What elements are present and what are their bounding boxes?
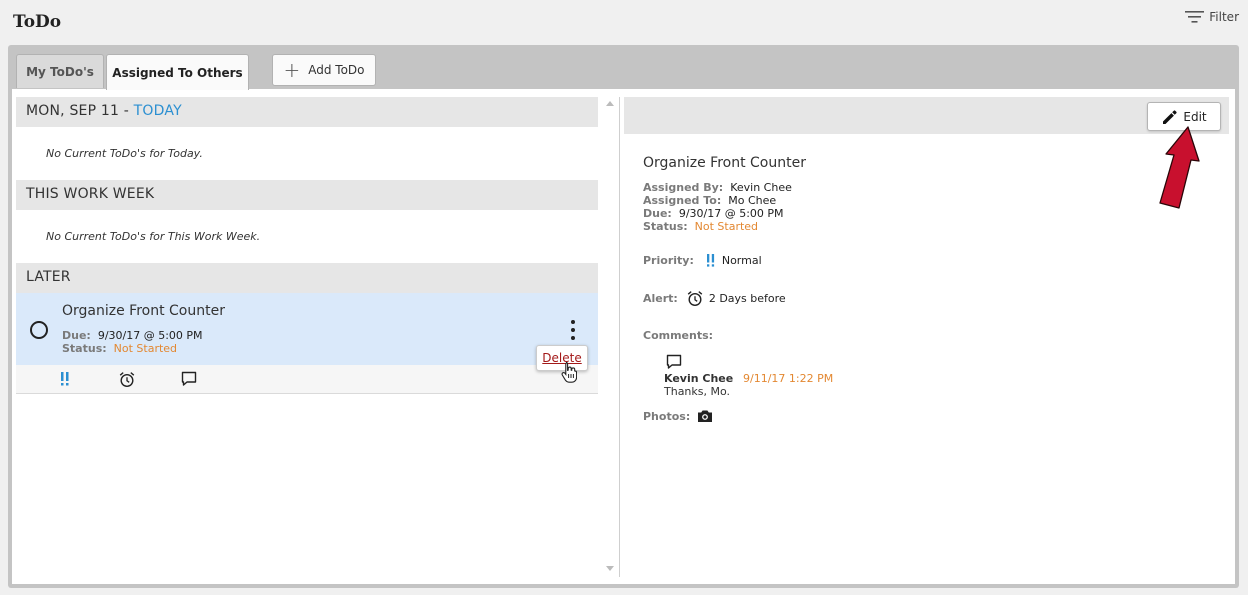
photos-row: Photos: xyxy=(643,409,713,423)
detail-info: Assigned By: Kevin Chee Assigned To: Mo … xyxy=(643,181,792,233)
section-header-later: LATER xyxy=(16,263,598,293)
filter-label: Filter xyxy=(1209,10,1239,24)
section-header-week: THIS WORK WEEK xyxy=(16,180,598,210)
empty-today-message: No Current ToDo's for Today. xyxy=(46,147,203,160)
tab-assigned-to-others[interactable]: Assigned To Others xyxy=(106,54,249,90)
complete-checkbox[interactable] xyxy=(30,321,48,339)
hand-cursor-icon xyxy=(561,361,577,383)
comment-icon xyxy=(181,371,197,386)
comments-label: Comments: xyxy=(643,329,714,342)
detail-title: Organize Front Counter xyxy=(643,155,806,171)
today-date-label: MON, SEP 11 - xyxy=(26,103,134,119)
list-scrollbar[interactable] xyxy=(602,97,618,575)
alert-value: 2 Days before xyxy=(708,292,786,305)
detail-header: Edit xyxy=(624,97,1229,134)
priority-value: Normal xyxy=(721,254,762,267)
content-panel: MON, SEP 11 - TODAY No Current ToDo's fo… xyxy=(12,89,1235,584)
comments-row: Comments: xyxy=(643,329,713,342)
photos-label: Photos: xyxy=(643,409,691,423)
priority-label: Priority: xyxy=(643,254,694,267)
alert-row: Alert: 2 Days before xyxy=(643,290,786,307)
priority-icon xyxy=(706,254,714,267)
todo-title: Organize Front Counter xyxy=(62,303,225,319)
due-label: Due: xyxy=(62,329,91,342)
todo-frame: My ToDo's Assigned To Others + Add ToDo … xyxy=(8,45,1239,588)
more-options-icon[interactable] xyxy=(569,320,577,340)
detail-status-label: Status: xyxy=(643,220,688,233)
alert-label: Alert: xyxy=(643,292,678,305)
alarm-clock-icon xyxy=(119,372,135,388)
todo-meta: Due: 9/30/17 @ 5:00 PM Status: Not Start… xyxy=(62,329,203,355)
detail-due-label: Due: xyxy=(643,207,672,220)
status-label: Status: xyxy=(62,342,107,355)
detail-due-value: 9/30/17 @ 5:00 PM xyxy=(678,207,784,220)
status-value: Not Started xyxy=(113,342,178,355)
priority-row: Priority: Normal xyxy=(643,253,762,268)
pane-divider xyxy=(619,97,620,577)
assigned-by-value: Kevin Chee xyxy=(730,181,792,194)
due-value: 9/30/17 @ 5:00 PM xyxy=(97,329,203,342)
edit-label: Edit xyxy=(1183,109,1207,124)
filter-icon xyxy=(1185,11,1205,23)
assigned-by-label: Assigned By: xyxy=(643,181,724,194)
pencil-icon xyxy=(1163,109,1177,124)
todo-list-item[interactable]: Organize Front Counter Due: 9/30/17 @ 5:… xyxy=(16,293,598,383)
todo-detail-pane: Edit Organize Front Counter Assigned By:… xyxy=(624,97,1229,577)
assigned-to-label: Assigned To: xyxy=(643,194,722,207)
detail-status-value: Not Started xyxy=(694,220,759,233)
comment-text: Thanks, Mo. xyxy=(664,385,731,398)
app-title: ToDo xyxy=(13,12,62,32)
alarm-clock-icon xyxy=(687,291,703,307)
comment-author: Kevin Chee xyxy=(664,372,734,385)
empty-week-message: No Current ToDo's for This Work Week. xyxy=(46,230,261,243)
add-todo-button[interactable]: + Add ToDo xyxy=(272,54,376,86)
add-todo-label: Add ToDo xyxy=(308,63,365,77)
plus-icon: + xyxy=(283,58,301,82)
today-label: TODAY xyxy=(133,103,182,119)
scroll-down-icon[interactable] xyxy=(606,566,614,571)
assigned-to-value: Mo Chee xyxy=(728,194,777,207)
camera-icon[interactable] xyxy=(697,409,713,423)
scroll-up-icon[interactable] xyxy=(606,101,614,106)
todo-list-pane: MON, SEP 11 - TODAY No Current ToDo's fo… xyxy=(16,97,598,577)
todo-icon-row xyxy=(16,365,598,394)
annotation-arrow-icon xyxy=(1159,126,1200,209)
comment-timestamp: 9/11/17 1:22 PM xyxy=(743,372,834,385)
comment-icon xyxy=(666,354,682,369)
section-header-today: MON, SEP 11 - TODAY xyxy=(16,97,598,127)
tab-my-todos[interactable]: My ToDo's xyxy=(16,54,104,88)
filter-button[interactable]: Filter xyxy=(1185,10,1239,24)
priority-icon xyxy=(61,372,69,386)
